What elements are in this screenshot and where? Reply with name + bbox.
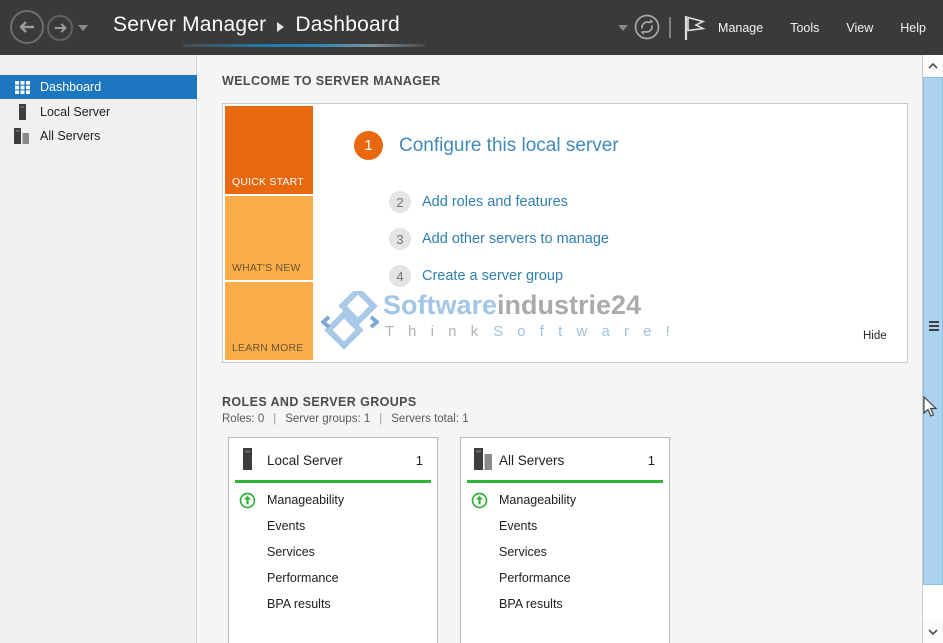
welcome-tile-panel: QUICK START WHAT'S NEW LEARN MORE 1 Conf… — [222, 103, 908, 363]
menu-help[interactable]: Help — [900, 21, 926, 35]
stat-roles-label: Roles: — [222, 413, 255, 425]
step-4-badge: 4 — [389, 265, 411, 287]
scrollbar-grip-icon — [929, 321, 939, 333]
step-3-badge: 3 — [389, 228, 411, 250]
card-title-link[interactable]: Local Server — [267, 453, 343, 468]
breadcrumb-current: Dashboard — [295, 13, 400, 36]
menu-bar: Manage Tools View Help — [700, 0, 926, 55]
breadcrumb-arrow-icon — [277, 21, 285, 32]
toolbar-divider — [669, 17, 671, 38]
card-count: 1 — [415, 453, 423, 468]
stat-groups-value: 1 — [363, 413, 371, 425]
watermark-tagline-blue: S o f t w a r e ! — [493, 323, 675, 340]
title-underline — [183, 44, 425, 47]
hide-link[interactable]: Hide — [863, 330, 887, 342]
scrollbar-track[interactable] — [923, 585, 943, 621]
back-button[interactable] — [10, 10, 44, 44]
tile-label: LEARN MORE — [232, 342, 304, 354]
step-2-badge: 2 — [389, 191, 411, 213]
card-local-server: Local Server 1 Manageability Events Serv… — [228, 437, 438, 643]
scrollbar-thumb[interactable] — [923, 77, 943, 585]
dashboard-grid-icon — [14, 79, 30, 95]
local-server-icon — [243, 448, 252, 470]
watermark-tagline-gray: T h i n k — [385, 323, 484, 340]
row-bpa-results[interactable]: BPA results — [499, 597, 563, 611]
status-rule — [467, 480, 663, 483]
chevron-down-icon — [928, 629, 938, 635]
status-rule — [235, 480, 431, 483]
stat-total-label: Servers total: — [391, 413, 460, 425]
navigation-sidebar: Dashboard Local Server All Servers — [0, 55, 197, 643]
all-servers-icon — [14, 128, 30, 144]
row-manageability[interactable]: Manageability — [267, 493, 344, 507]
sidebar-item-label: Dashboard — [40, 80, 102, 94]
link-add-roles-features[interactable]: Add roles and features — [422, 194, 568, 210]
refresh-icon — [634, 14, 660, 40]
watermark-brand: Softwareindustrie24 — [383, 290, 641, 321]
menu-tools[interactable]: Tools — [790, 21, 819, 35]
all-servers-icon — [474, 448, 492, 470]
roles-stats: Roles: 0 | Server groups: 1 | Servers to… — [222, 413, 469, 425]
tile-label: WHAT'S NEW — [232, 262, 301, 274]
watermark: Softwareindustrie24 T h i n k S o f t w a… — [321, 287, 841, 357]
watermark-brand-gray: industrie24 — [497, 290, 642, 320]
scroll-down-button[interactable] — [923, 621, 943, 643]
breadcrumb: Server Manager Dashboard — [113, 13, 400, 37]
mouse-cursor-icon — [923, 396, 938, 417]
card-header: Local Server 1 — [229, 438, 437, 480]
forward-arrow-icon — [54, 23, 67, 33]
watermark-logo-icon — [321, 291, 379, 350]
card-header: All Servers 1 — [461, 438, 669, 480]
chevron-up-icon — [928, 63, 938, 69]
row-services[interactable]: Services — [499, 545, 547, 559]
status-up-icon — [239, 492, 256, 509]
stat-separator: | — [273, 413, 277, 425]
sidebar-item-all-servers[interactable]: All Servers — [0, 124, 197, 148]
local-server-icon — [14, 104, 30, 120]
welcome-heading: WELCOME TO SERVER MANAGER — [222, 74, 441, 88]
sidebar-item-label: All Servers — [40, 129, 101, 143]
server-manager-window: Server Manager Dashboard Manage Tools Vi… — [0, 0, 943, 643]
sidebar-item-label: Local Server — [40, 105, 111, 119]
row-performance[interactable]: Performance — [267, 571, 339, 585]
card-count: 1 — [647, 453, 655, 468]
menu-manage[interactable]: Manage — [718, 21, 763, 35]
roles-heading: ROLES AND SERVER GROUPS — [222, 395, 417, 409]
sidebar-item-local-server[interactable]: Local Server — [0, 100, 197, 124]
refresh-button[interactable] — [633, 13, 661, 41]
stat-roles-value: 0 — [257, 413, 265, 425]
stat-groups-label: Server groups: — [285, 413, 361, 425]
card-all-servers: All Servers 1 Manageability Events Servi… — [460, 437, 670, 643]
link-configure-local-server[interactable]: Configure this local server — [399, 135, 619, 157]
back-arrow-icon — [19, 21, 34, 33]
sidebar-item-dashboard[interactable]: Dashboard — [0, 75, 197, 99]
row-manageability[interactable]: Manageability — [499, 493, 576, 507]
tab-quick-start[interactable]: QUICK START — [225, 106, 313, 194]
row-performance[interactable]: Performance — [499, 571, 571, 585]
row-events[interactable]: Events — [267, 519, 305, 533]
nav-history-dropdown-icon[interactable] — [78, 25, 88, 31]
breadcrumb-root[interactable]: Server Manager — [113, 13, 266, 37]
status-up-icon — [471, 492, 488, 509]
row-events[interactable]: Events — [499, 519, 537, 533]
title-bar: Server Manager Dashboard Manage Tools Vi… — [0, 0, 943, 55]
tab-learn-more[interactable]: LEARN MORE — [225, 282, 313, 360]
step-1-badge: 1 — [354, 131, 383, 160]
watermark-brand-blue: Software — [383, 290, 498, 320]
link-create-server-group[interactable]: Create a server group — [422, 268, 563, 284]
tile-label: QUICK START — [232, 176, 304, 188]
notifications-dropdown-icon[interactable] — [618, 25, 628, 31]
tab-whats-new[interactable]: WHAT'S NEW — [225, 196, 313, 280]
scroll-up-button[interactable] — [923, 55, 943, 77]
forward-button[interactable] — [47, 15, 73, 41]
vertical-scrollbar — [922, 55, 943, 643]
row-services[interactable]: Services — [267, 545, 315, 559]
row-bpa-results[interactable]: BPA results — [267, 597, 331, 611]
watermark-tagline: T h i n k S o f t w a r e ! — [385, 323, 675, 340]
link-add-other-servers[interactable]: Add other servers to manage — [422, 231, 609, 247]
menu-view[interactable]: View — [846, 21, 873, 35]
stat-total-value: 1 — [462, 413, 469, 425]
stat-separator: | — [379, 413, 383, 425]
card-title-link[interactable]: All Servers — [499, 453, 564, 468]
